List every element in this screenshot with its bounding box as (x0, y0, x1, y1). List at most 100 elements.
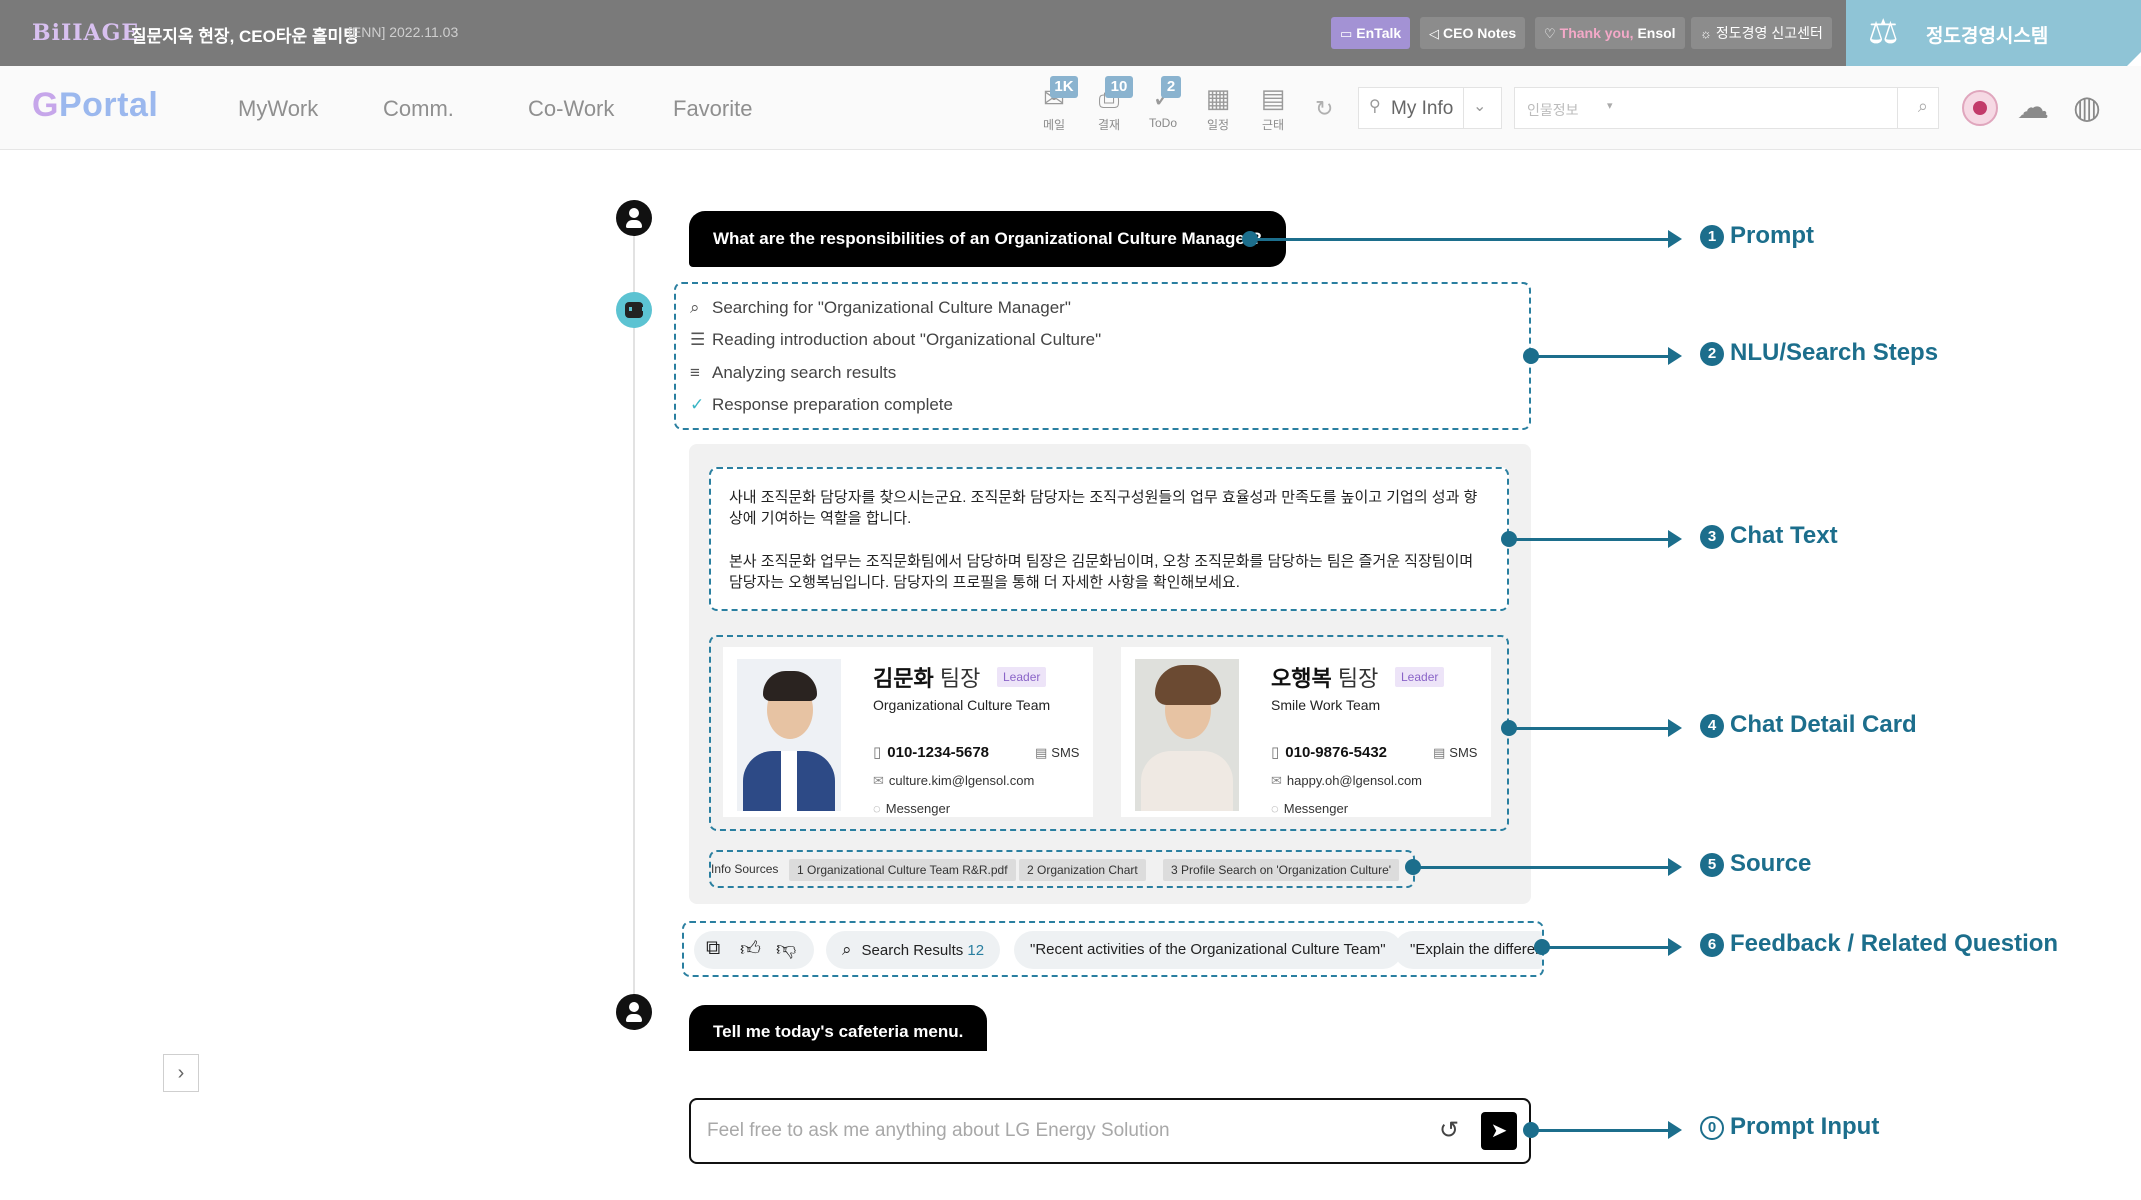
people-search[interactable]: 인물정보 ▾ ⌕ (1514, 87, 1939, 129)
source-chip[interactable]: 3 Profile Search on 'Organization Cultur… (1163, 859, 1400, 881)
annotation-label: Prompt (1730, 222, 1814, 249)
mail-icon: ✉ (1271, 773, 1282, 788)
search-icon: ⌕ (842, 940, 852, 959)
cloud-upload-icon[interactable]: ☁ (2017, 88, 2049, 126)
gportal-logo[interactable]: GPortal (32, 86, 158, 125)
step-item: ≡ Analyzing search results (690, 363, 896, 383)
todo-tool[interactable]: ✓ 2 ToDo (1141, 76, 1185, 130)
caret-down-icon[interactable]: ▾ (1607, 99, 1613, 112)
ethics-system-link[interactable]: ⚖ 정도경영시스템 (1846, 0, 2141, 66)
conversation-timeline (633, 230, 635, 1020)
profile-name: 오행복 팀장 (1271, 661, 1378, 693)
refresh-icon[interactable]: ↻ (1315, 96, 1333, 122)
step-text: Searching for "Organizational Culture Ma… (712, 298, 1071, 317)
copy-icon[interactable]: ⧉ (706, 937, 720, 960)
mail-tool[interactable]: ✉ 1K 메일 (1032, 76, 1078, 133)
annotation-label: Source (1730, 850, 1812, 877)
sms-button[interactable]: ▤ SMS (1035, 745, 1079, 761)
prompt-input[interactable]: Feel free to ask me anything about LG En… (689, 1098, 1531, 1164)
divider (1897, 88, 1898, 128)
thumbs-down-icon[interactable]: 👎︎ (776, 937, 796, 961)
my-info-dropdown[interactable]: ⚲ My Info ⌄ (1358, 87, 1502, 129)
answer-paragraph: 사내 조직문화 담당자를 찾으시는군요. 조직문화 담당자는 조직구성원들의 업… (729, 489, 1478, 527)
feedback-bar: ⧉ 👍︎ 👎︎ ⌕ Search Results 12 "Recent activ… (682, 921, 1544, 977)
ceo-notes-button[interactable]: ◁ CEO Notes (1420, 17, 1526, 49)
approval-tool[interactable]: ⎙ 10 결재 (1087, 76, 1133, 133)
search-results-button[interactable]: ⌕ Search Results 12 (826, 931, 1001, 969)
scale-icon: ⚖ (1868, 13, 1899, 51)
top-bar: BiIIAGE 질문지옥 현장, CEO타운 홀미팅 [ENN] 2022.11… (0, 0, 2141, 66)
fold-corner (2127, 52, 2141, 66)
messenger-button[interactable]: ◌ Messenger (873, 801, 950, 816)
phone-number[interactable]: ▯ 010-1234-5678 (873, 743, 989, 761)
messenger-label: Messenger (1283, 801, 1349, 816)
messenger-label: Messenger (885, 801, 951, 816)
profile-card[interactable]: 김문화 팀장 Leader Organizational Culture Tea… (723, 647, 1093, 817)
messenger-icon: ◌ (1271, 801, 1279, 816)
annotation-number: 6 (1700, 933, 1724, 957)
avatar[interactable] (1962, 90, 1998, 126)
mail-label: 메일 (1042, 118, 1066, 132)
expand-sidebar-button[interactable]: › (163, 1054, 199, 1092)
step-text: Analyzing search results (712, 363, 897, 382)
attendance-tool[interactable]: ▤ 근태 (1251, 82, 1295, 133)
profile-team: Organizational Culture Team (873, 697, 1051, 713)
brand-portal: Portal (58, 86, 159, 124)
globe-icon[interactable]: ◍ (2073, 88, 2101, 126)
phone-number[interactable]: ▯ 010-9876-5432 (1271, 743, 1387, 761)
village-logo[interactable]: BiIIAGE (32, 20, 139, 46)
sms-icon: ▤ (1433, 745, 1446, 760)
ethics-report-button[interactable]: ☼ 정도경영 신고센터 (1691, 17, 1832, 49)
related-question[interactable]: "Explain the differer (1394, 931, 1542, 969)
email-text: happy.oh@lgensol.com (1286, 773, 1422, 788)
step-item: ☰ Reading introduction about "Organizatio… (690, 330, 1101, 350)
sms-label: SMS (1449, 745, 1478, 760)
send-button[interactable]: ➤ (1481, 1112, 1517, 1150)
user-prompt: What are the responsibilities of an Orga… (689, 211, 1286, 267)
info-sources: Info Sources 1 Organizational Culture Te… (709, 850, 1415, 888)
history-icon[interactable]: ↺ (1439, 1116, 1459, 1145)
nav-mywork[interactable]: MyWork (238, 96, 318, 122)
nav-comm[interactable]: Comm. (383, 96, 454, 122)
step-item: ⌕ Searching for "Organizational Culture M… (690, 298, 1071, 318)
search-results-count: 12 (967, 942, 985, 959)
messenger-icon: ◌ (873, 801, 881, 816)
brand-g: G (32, 86, 59, 124)
bot-avatar-icon (616, 292, 652, 328)
phone-icon: ▯ (873, 744, 882, 761)
sms-button[interactable]: ▤ SMS (1433, 745, 1477, 761)
notice-title[interactable]: 질문지옥 현장, CEO타운 홀미팅 (131, 22, 359, 47)
sms-icon: ▤ (1035, 745, 1048, 760)
attendance-label: 근태 (1261, 118, 1285, 132)
profile-name: 김문화 팀장 (873, 661, 980, 693)
nav-favorite[interactable]: Favorite (673, 96, 752, 122)
ceo-notes-label: CEO Notes (1443, 25, 1517, 41)
annotation-number: 2 (1700, 342, 1724, 366)
approval-label: 결재 (1097, 118, 1121, 132)
person-rank: 팀장 (939, 666, 981, 691)
email-link[interactable]: ✉ happy.oh@lgensol.com (1271, 773, 1422, 789)
search-icon[interactable]: ⌕ (1918, 96, 1928, 117)
feedback-actions: ⧉ 👍︎ 👎︎ (694, 931, 814, 969)
thumbs-up-icon[interactable]: 👍︎ (740, 937, 761, 961)
profile-card[interactable]: 오행복 팀장 Leader Smile Work Team ▯ 010-9876-… (1121, 647, 1491, 817)
read-icon: ☰ (690, 330, 706, 349)
chevron-down-icon[interactable]: ⌄ (1473, 96, 1486, 116)
messenger-button[interactable]: ◌ Messenger (1271, 801, 1348, 816)
email-link[interactable]: ✉ culture.kim@lgensol.com (873, 773, 1034, 789)
thank-you-button[interactable]: ♡ Thank you, Ensol (1535, 17, 1685, 49)
leader-badge: Leader (997, 667, 1047, 687)
leader-badge: Leader (1395, 667, 1445, 687)
entalk-button[interactable]: ▭ EnTalk (1331, 17, 1411, 49)
profile-photo (737, 659, 841, 811)
profile-team: Smile Work Team (1271, 697, 1381, 713)
check-circle-icon: ✓ (690, 395, 705, 414)
nav-cowork[interactable]: Co-Work (528, 96, 614, 122)
source-chip[interactable]: 2 Organization Chart (1019, 859, 1146, 881)
phone-icon: ▯ (1271, 744, 1280, 761)
annotation-label: Chat Detail Card (1730, 711, 1917, 738)
related-question[interactable]: "Recent activities of the Organizational… (1014, 931, 1402, 969)
divider (1463, 88, 1464, 128)
source-chip[interactable]: 1 Organizational Culture Team R&R.pdf (789, 859, 1016, 881)
calendar-tool[interactable]: ▦ 일정 (1196, 82, 1240, 133)
